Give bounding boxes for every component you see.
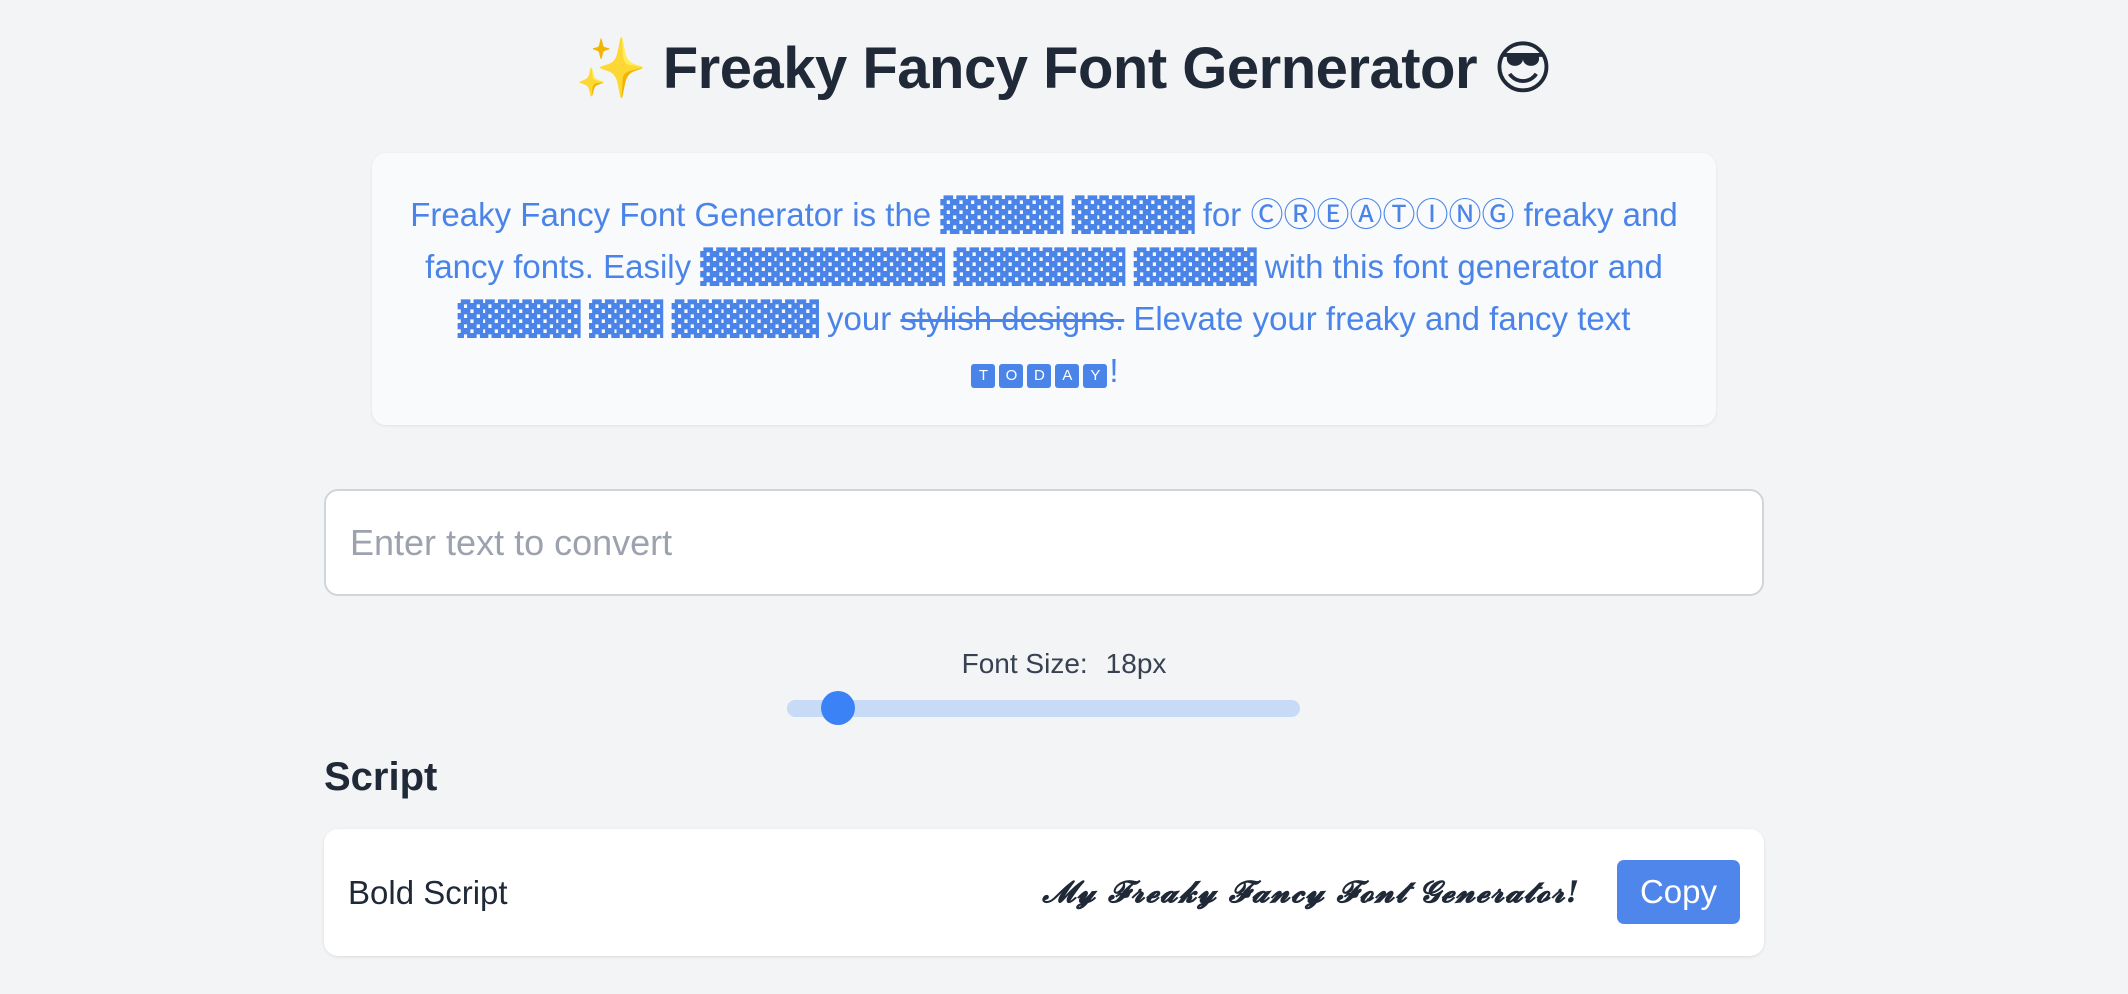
page-title: ✨ Freaky Fancy Font Gernerator 😎 [0,30,2128,107]
page-title-text: Freaky Fancy Font Gernerator [662,36,1478,101]
intro-text: with this font generator and [1255,248,1663,285]
copy-button[interactable]: Copy [1617,860,1740,924]
intro-text: for [1193,196,1251,233]
intro-text: Elevate your freaky and fancy text [1124,300,1631,337]
intro-description: Freaky Fancy Font Generator is the ▓▓▓▓▓… [372,153,1716,425]
font-size-value: 18px [1105,648,1167,679]
intro-text: ! [1109,352,1119,389]
sunglasses-face-icon: 😎 [1492,34,1553,102]
boxed-letter: T [971,363,996,388]
page: ✨ Freaky Fancy Font Gernerator 😎 Freaky … [0,0,2128,994]
font-size-label: Font Size: 18px [0,646,2128,682]
font-size-slider[interactable] [787,691,1300,725]
section-title-script: Script [324,755,438,799]
intro-block-text: ▓▓▓▓▓▓▓▓▓▓ ▓▓▓▓▓▓▓ ▓▓▓▓▓ [700,247,1256,286]
boxed-letter: D [1027,363,1052,388]
font-size-label-text: Font Size: [961,648,1088,679]
boxed-letter: A [1055,363,1080,388]
font-style-card: Bold Script 𝓜𝔂 𝓕𝓻𝓮𝓪𝓴𝔂 𝓕𝓪𝓷𝓬𝔂 𝓕𝓸𝓷𝓽 𝓖𝓮𝓷𝓮𝓻𝓪𝓽… [324,829,1764,956]
sparkles-icon: ✨ [575,34,648,102]
intro-block-text: ▓▓▓▓▓ ▓▓▓ ▓▓▓▓▓▓ [457,299,819,338]
intro-boxed-today: TODAY [969,347,1109,399]
font-style-name: Bold Script [348,874,508,911]
font-style-preview[interactable]: 𝓜𝔂 𝓕𝓻𝓮𝓪𝓴𝔂 𝓕𝓪𝓷𝓬𝔂 𝓕𝓸𝓷𝓽 𝓖𝓮𝓷𝓮𝓻𝓪𝓽𝓸𝓻! [1042,871,1580,915]
intro-block-text: ▓▓▓▓▓ ▓▓▓▓▓ [940,195,1194,234]
text-to-convert-input[interactable] [324,489,1764,596]
intro-circled-text: ⒸⓇⒺⒶⓉⒾⓃⒼ [1250,195,1515,234]
boxed-letter: Y [1083,363,1108,388]
intro-text: Freaky Fancy Font Generator is the [410,196,941,233]
font-size-slider-thumb[interactable] [821,691,856,725]
boxed-letter: O [999,363,1024,388]
intro-strike-text: stylish designs. [900,300,1125,337]
intro-text: your [817,300,901,337]
